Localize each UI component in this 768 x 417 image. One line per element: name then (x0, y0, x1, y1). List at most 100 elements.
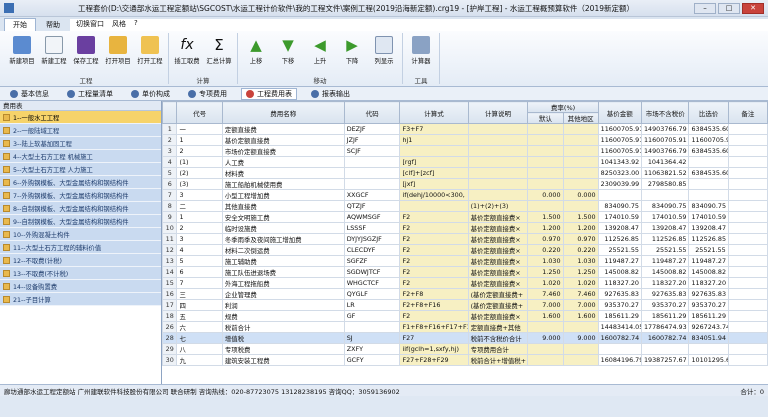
cell-dm[interactable]: DYJYJSGZJF (343, 233, 401, 245)
close-button[interactable]: ✕ (742, 2, 764, 14)
cell-base[interactable]: 25521.55 (597, 244, 642, 256)
cell-code[interactable]: 一 (176, 123, 223, 135)
cell-cmp[interactable]: 118327.20 (688, 277, 729, 289)
table-row[interactable]: 14 6 施工队伍进退场费 SGDWJTCF F2 基价定额直接费× 1.250 1.250 1… (162, 266, 768, 278)
cell-name[interactable]: 定额直接费 (221, 123, 345, 135)
cell-note[interactable] (727, 266, 768, 278)
cell-name[interactable]: 建筑安装工程费 (221, 354, 345, 366)
cell-base[interactable]: 927635.83 (597, 288, 642, 300)
cell-market[interactable]: 145008.82 (640, 266, 690, 278)
cell-r2[interactable] (562, 156, 599, 168)
cell-r1[interactable] (527, 123, 564, 135)
cell-r2[interactable] (562, 145, 599, 157)
switch-window-button[interactable]: 切换窗口 (76, 19, 104, 29)
table-row[interactable]: 16 三企业管理费 QYGLF F2+F8 (基价定额直接费+ 7.460 7.460 927… (162, 288, 768, 300)
cell-base[interactable]: 11600705.91 (597, 145, 642, 157)
cell-desc[interactable] (467, 123, 529, 135)
cell-market[interactable]: 118327.20 (640, 277, 690, 289)
cell-dm[interactable]: SGFZF (343, 255, 401, 267)
cell-base[interactable]: 1041343.92 (597, 156, 642, 168)
cell-market[interactable]: 139208.47 (640, 222, 690, 234)
cell-name[interactable]: 材料费 (221, 167, 345, 179)
cell-desc[interactable]: 基价定额直接费× (467, 244, 529, 256)
fee-button[interactable]: fx 插工取费 (173, 33, 201, 75)
cell-name[interactable]: 利润 (221, 299, 345, 311)
cell-r1[interactable] (527, 354, 564, 366)
cell-note[interactable] (727, 343, 768, 355)
cell-r1[interactable]: 7.000 (527, 299, 564, 311)
cell-note[interactable] (727, 299, 768, 311)
save-button[interactable]: 保存工程 (72, 33, 100, 75)
cell-r2[interactable]: 9.000 (562, 332, 599, 344)
cell-r2[interactable] (562, 354, 599, 366)
cell-r1[interactable]: 7.460 (527, 288, 564, 300)
cell-market[interactable] (640, 343, 690, 355)
cell-r2[interactable]: 1.200 (562, 222, 599, 234)
table-row[interactable]: 17 四利润 LR F2+F8+F16 (基价定额直接费+ 7.000 7.000 93537… (162, 299, 768, 311)
cell-name[interactable]: 小型工程增加费 (221, 189, 345, 201)
calculator-button[interactable]: 计算器 (407, 33, 435, 75)
cell-formula[interactable]: if(dehj/10000<300, (399, 189, 469, 201)
cell-note[interactable] (727, 222, 768, 234)
cell-desc[interactable]: 税前不含税价合计 (467, 332, 529, 344)
cell-formula[interactable]: iif(gclh=1,sxfy,hj) (399, 343, 469, 355)
cell-market[interactable] (640, 189, 690, 201)
cell-note[interactable] (727, 321, 768, 333)
table-row[interactable]: 13 5 施工辅助费 SGFZF F2 基价定额直接费× 1.030 1.030 119487.… (162, 255, 768, 267)
open-file-button[interactable]: 打开工程 (136, 33, 164, 75)
cell-desc[interactable]: (基价定额直接费+ (467, 299, 529, 311)
fee-list-item[interactable]: 7--外购钢模板、大型金属结构和钢结构件 (0, 189, 161, 202)
cell-r1[interactable] (527, 200, 564, 212)
cell-desc[interactable]: 基价定额直接费× (467, 211, 529, 223)
cell-code[interactable]: 2 (176, 145, 223, 157)
cell-desc[interactable] (467, 167, 529, 179)
cell-code[interactable]: 5 (176, 255, 223, 267)
cell-code[interactable]: 七 (176, 332, 223, 344)
cell-name[interactable]: 其他直接费 (221, 200, 345, 212)
fee-list-item[interactable]: 4--大型土石方工程 机械施工 (0, 150, 161, 163)
cell-formula[interactable]: F2 (399, 211, 469, 223)
cell-formula[interactable]: [jxf] (399, 178, 469, 190)
cell-desc[interactable]: 基价定额直接费× (467, 266, 529, 278)
cell-market[interactable]: 1600782.74 (640, 332, 690, 344)
cell-market[interactable]: 14903766.79 (640, 145, 690, 157)
cell-note[interactable] (727, 277, 768, 289)
cell-formula[interactable]: F2 (399, 244, 469, 256)
cell-dm[interactable]: LSSSF (343, 222, 401, 234)
cell-cmp[interactable]: 119487.27 (688, 255, 729, 267)
cell-formula[interactable]: F27+F28+F29 (399, 354, 469, 366)
cell-r2[interactable]: 7.460 (562, 288, 599, 300)
cell-code[interactable]: 三 (176, 288, 223, 300)
cell-dm[interactable]: JZJF (343, 134, 401, 146)
cell-base[interactable]: 11600705.91 (597, 123, 642, 135)
cell-name[interactable]: 施工辅助费 (221, 255, 345, 267)
cell-desc[interactable]: 基价定额直接费× (467, 222, 529, 234)
cell-market[interactable]: 11600705.91 (640, 134, 690, 146)
cell-market[interactable]: 2798580.85 (640, 178, 690, 190)
cell-note[interactable] (727, 145, 768, 157)
cell-dm[interactable]: WHGCTCF (343, 277, 401, 289)
fee-list-item[interactable]: 2--一般陆域工程 (0, 124, 161, 137)
cell-code[interactable]: 7 (176, 277, 223, 289)
move-up-button[interactable]: ▲ 上移 (242, 33, 270, 75)
cell-dm[interactable]: GCFY (343, 354, 401, 366)
cell-r1[interactable]: 1.600 (527, 310, 564, 322)
style-menu[interactable]: 风格 (112, 19, 126, 29)
fee-list-item[interactable]: 12--不取费(计税) (0, 254, 161, 267)
cell-code[interactable]: 3 (176, 189, 223, 201)
cell-r2[interactable]: 1.020 (562, 277, 599, 289)
cell-r2[interactable] (562, 321, 599, 333)
table-row[interactable]: 29 八专项税费 ZXFY iif(gclh=1,sxfy,hj) 专项费用合计 (162, 343, 768, 355)
cell-note[interactable] (727, 123, 768, 135)
cell-base[interactable] (597, 343, 642, 355)
cell-r2[interactable]: 1.250 (562, 266, 599, 278)
menu-tab-start[interactable]: 开始 (4, 18, 36, 31)
cell-r2[interactable]: 0.970 (562, 233, 599, 245)
cell-name[interactable]: 施工队伍进退场费 (221, 266, 345, 278)
cell-note[interactable] (727, 134, 768, 146)
column-display-button[interactable]: 列显示 (370, 33, 398, 75)
cell-desc[interactable]: 基价定额直接费× (467, 277, 529, 289)
cell-dm[interactable]: SJ (343, 332, 401, 344)
cell-market[interactable]: 935370.27 (640, 299, 690, 311)
cell-market[interactable]: 174010.59 (640, 211, 690, 223)
